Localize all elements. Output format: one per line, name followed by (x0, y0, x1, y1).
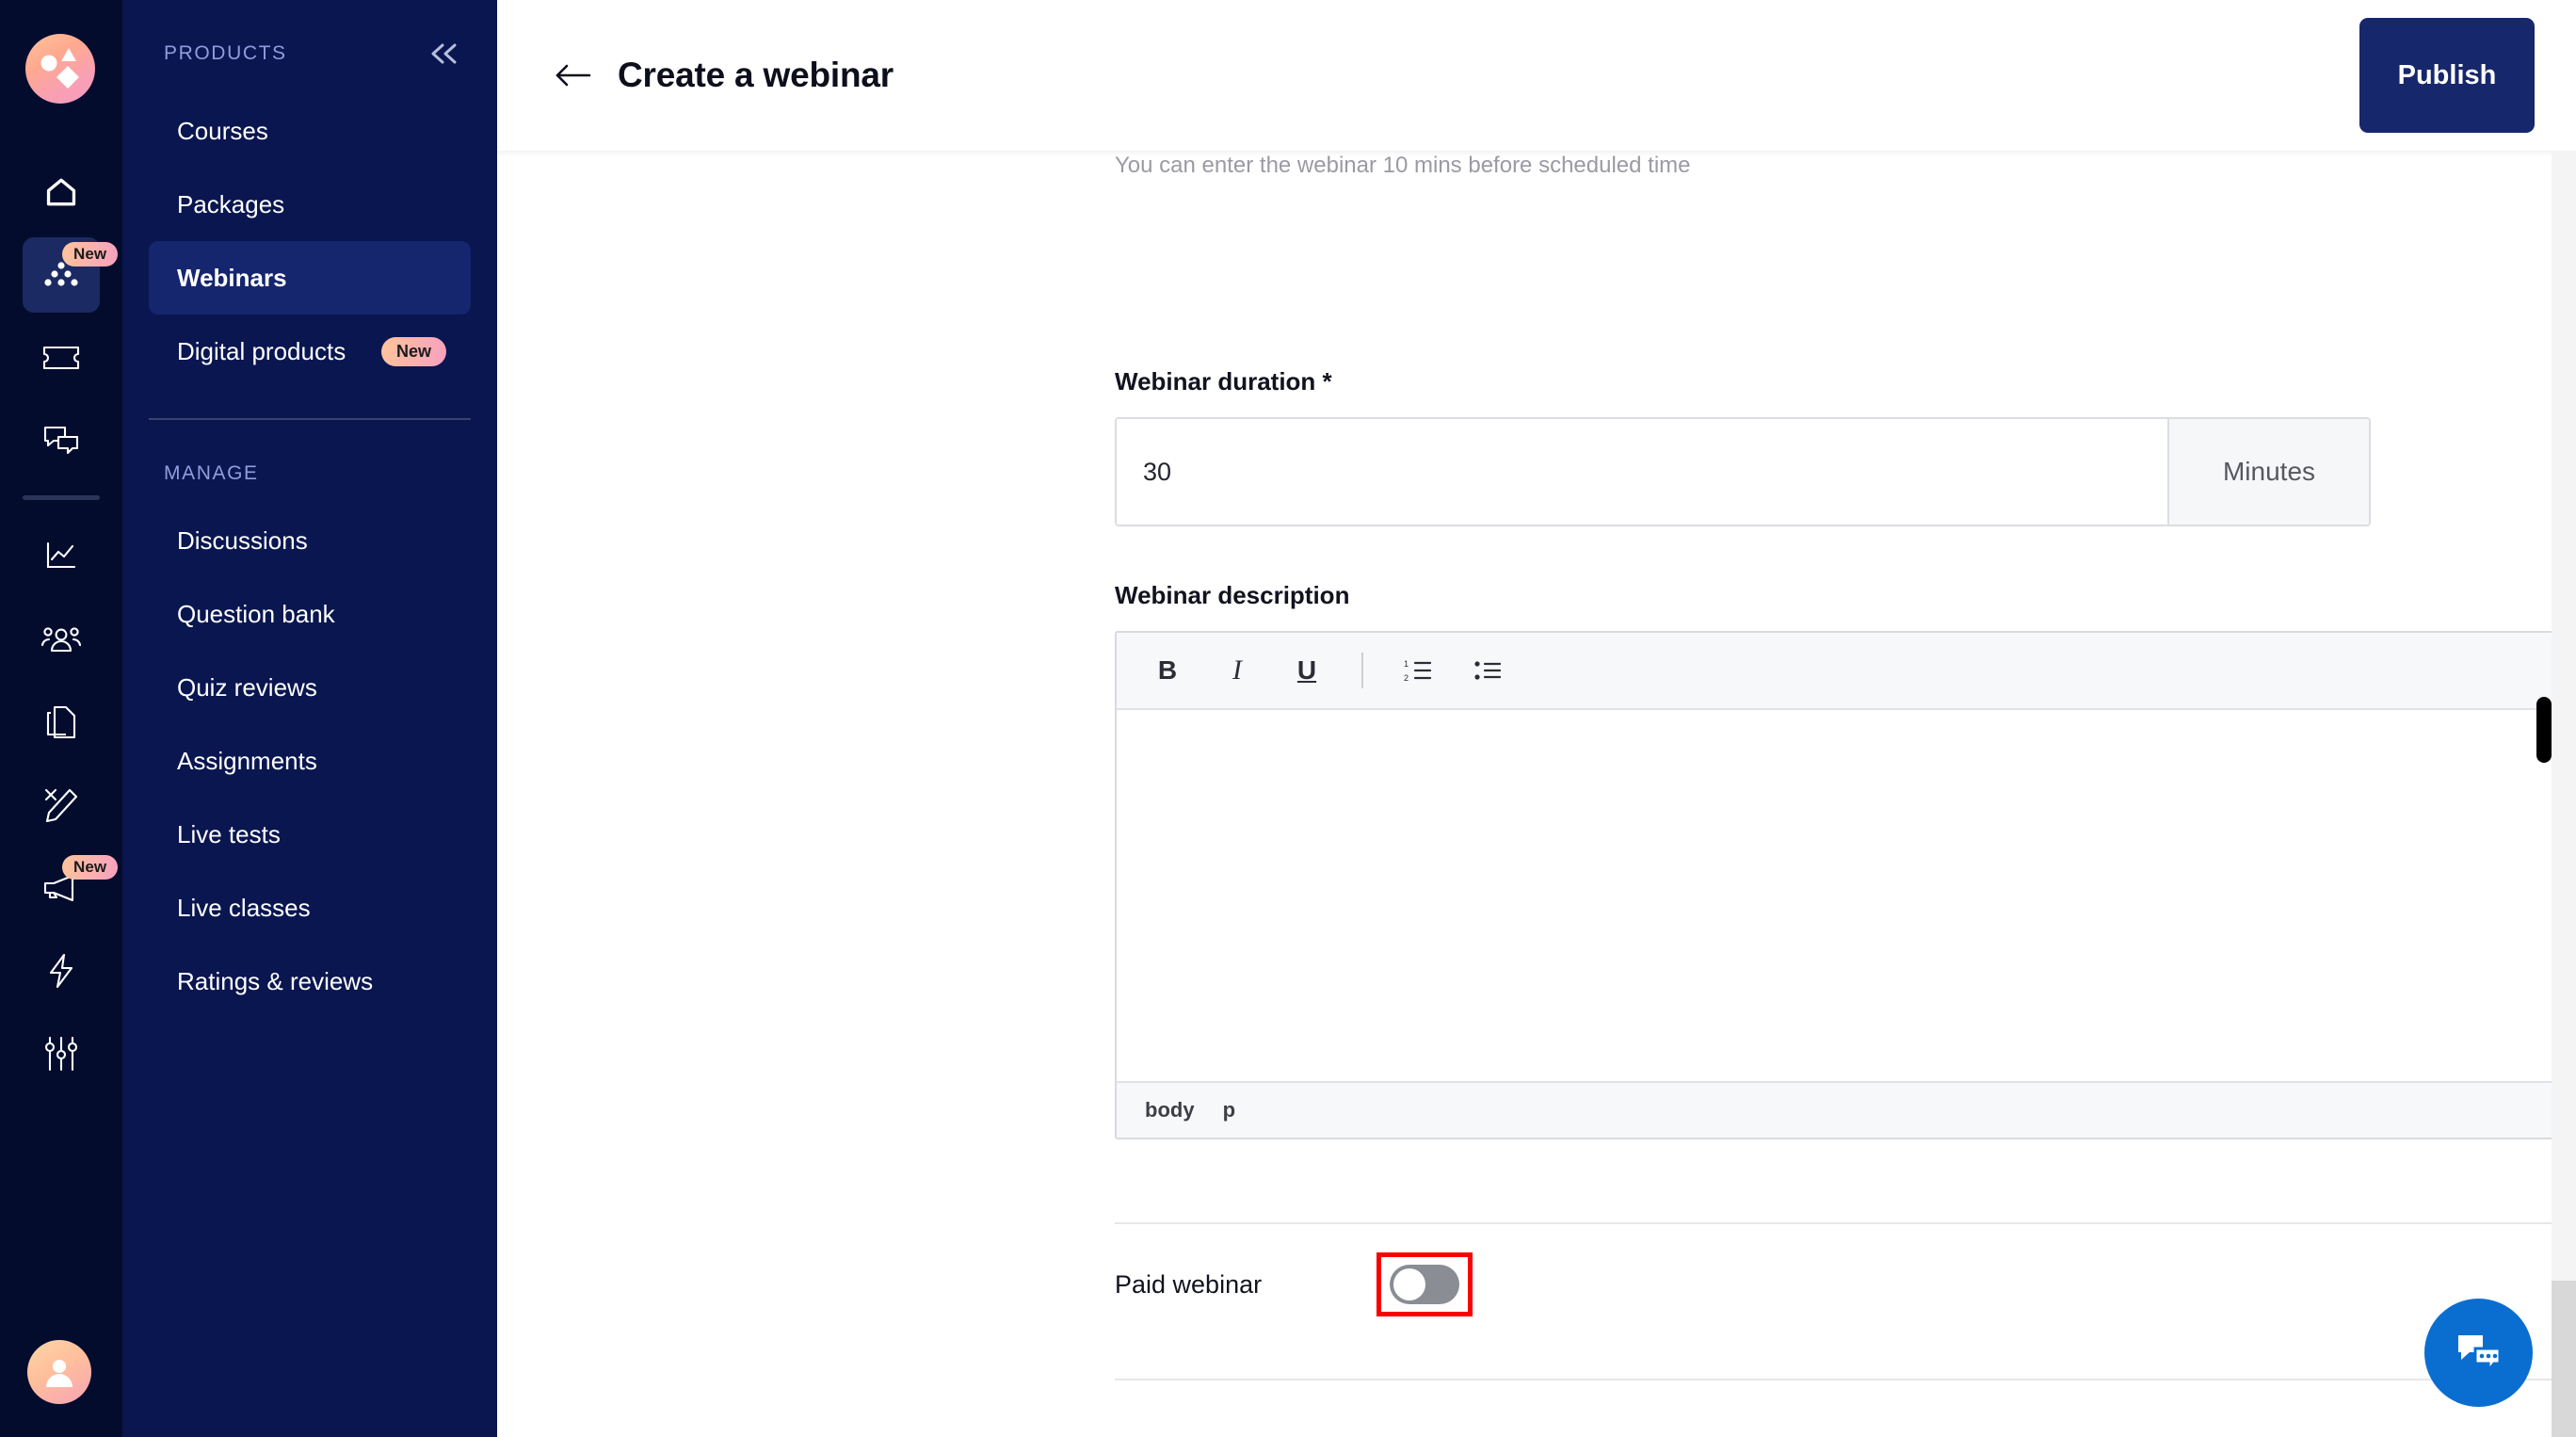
rail-item-design[interactable] (0, 764, 122, 847)
rail-badge-new-marketing: New (62, 855, 119, 880)
rail-item-coupons[interactable] (0, 316, 122, 399)
user-avatar[interactable] (27, 1340, 91, 1404)
sidebar-item-question-bank[interactable]: Question bank (149, 577, 471, 651)
duration-field-group: Webinar duration * Minutes (1115, 367, 2576, 526)
sidebar-item-label: Ratings & reviews (177, 966, 374, 995)
arrow-left-icon[interactable] (554, 61, 593, 89)
status-path-p[interactable]: p (1223, 1098, 1235, 1122)
rail-divider (23, 495, 100, 500)
sidebar-badge-new: New (380, 336, 446, 366)
sidebar-item-label: Question bank (177, 599, 335, 628)
highlight-box (1377, 1252, 1473, 1316)
description-label: Webinar description (1115, 581, 1350, 609)
sidebar-item-ratings-reviews[interactable]: Ratings & reviews (149, 945, 471, 1018)
inner-scrollbar-thumb[interactable] (2536, 697, 2552, 763)
toolbar-separator (1361, 653, 1363, 688)
sidebar-item-assignments[interactable]: Assignments (149, 724, 471, 798)
form-content: Webinar duration * Minutes Webinar descr… (1115, 151, 2576, 1437)
rich-text-editor: B I U 1 2 body p (1115, 631, 2576, 1139)
rail-item-products[interactable]: New (0, 234, 122, 316)
paid-webinar-toggle[interactable] (1390, 1265, 1459, 1304)
sidebar-section-manage: MANAGE (164, 462, 259, 484)
sidebar-item-label: Courses (177, 116, 268, 145)
svg-text:2: 2 (1404, 673, 1409, 683)
rail-item-learners[interactable] (0, 598, 122, 681)
duration-unit-label: Minutes (2167, 419, 2369, 525)
brand-shapes-logo[interactable] (25, 34, 95, 104)
rail-item-home[interactable] (0, 151, 122, 234)
section-divider-2 (1115, 1379, 2576, 1380)
rail-item-settings[interactable] (0, 1012, 122, 1095)
publish-button[interactable]: Publish (2359, 18, 2535, 133)
sidebar-item-label: Packages (177, 189, 285, 218)
duration-input-wrap: Minutes (1115, 417, 2371, 526)
status-path-body[interactable]: body (1145, 1098, 1195, 1122)
page-topbar: Create a webinar Publish (497, 0, 2576, 151)
description-field-group: Webinar description B I U 1 2 body p (1115, 581, 2576, 1139)
sidebar-item-webinars[interactable]: Webinars (149, 241, 471, 315)
paid-webinar-label: Paid webinar (1115, 1269, 1263, 1299)
sidebar-item-label: Live tests (177, 819, 281, 848)
italic-icon[interactable]: I (1215, 648, 1260, 693)
underline-icon[interactable]: U (1284, 648, 1329, 693)
sidebar-nav: PRODUCTS Courses Packages Webinars Digit… (122, 0, 497, 1437)
sidebar-item-label: Quiz reviews (177, 672, 317, 702)
page-scrollbar[interactable] (2552, 0, 2576, 1437)
topbar-shadow (497, 151, 2576, 156)
sidebar-item-label: Digital products (177, 336, 346, 365)
sidebar-item-label: Assignments (177, 746, 317, 775)
editor-status-bar: body p (1117, 1081, 2576, 1138)
sidebar-header: PRODUCTS (122, 41, 497, 66)
rail-badge-new: New (62, 242, 119, 266)
bold-icon[interactable]: B (1145, 648, 1190, 693)
chat-support-icon (2453, 1330, 2505, 1377)
chat-support-button[interactable] (2424, 1299, 2533, 1407)
sidebar-item-label: Discussions (177, 525, 308, 555)
sidebar-manage-list: Discussions Question bank Quiz reviews A… (122, 504, 497, 1018)
sidebar-item-live-classes[interactable]: Live classes (149, 871, 471, 945)
bullet-list-icon[interactable] (1465, 648, 1510, 693)
duration-input[interactable] (1117, 419, 2167, 525)
rail-item-analytics[interactable] (0, 515, 122, 598)
main-panel: Create a webinar Publish You can enter t… (497, 0, 2576, 1437)
sidebar-item-packages[interactable]: Packages (149, 168, 471, 241)
rail-icon-list: New New (0, 151, 122, 1095)
rail-item-automation[interactable] (0, 929, 122, 1012)
chevron-double-left-icon[interactable] (427, 41, 461, 66)
toggle-knob (1393, 1268, 1425, 1300)
rail-item-messages[interactable] (0, 399, 122, 482)
sidebar-item-quiz-reviews[interactable]: Quiz reviews (149, 651, 471, 724)
sidebar-item-live-tests[interactable]: Live tests (149, 798, 471, 871)
editor-toolbar: B I U 1 2 (1117, 633, 2576, 710)
app-root: New New PRODUCTS Courses Packages Webina… (0, 0, 2576, 1437)
ordered-list-icon[interactable]: 1 2 (1395, 648, 1441, 693)
sidebar-section-products: PRODUCTS (164, 42, 287, 64)
page-title: Create a webinar (618, 56, 894, 94)
sidebar-item-discussions[interactable]: Discussions (149, 504, 471, 577)
sidebar-item-courses[interactable]: Courses (149, 94, 471, 168)
svg-text:1: 1 (1404, 659, 1409, 669)
sidebar-item-label: Live classes (177, 893, 311, 922)
sidebar-item-label: Webinars (177, 263, 287, 292)
sidebar-products-list: Courses Packages Webinars Digital produc… (122, 94, 497, 388)
icon-rail: New New (0, 0, 122, 1437)
page-scrollbar-thumb[interactable] (2552, 113, 2576, 1281)
sidebar-item-digital-products[interactable]: Digital products New (149, 315, 471, 388)
duration-label: Webinar duration * (1115, 367, 1332, 396)
rail-item-marketing[interactable]: New (0, 847, 122, 929)
paid-webinar-row: Paid webinar (1115, 1224, 2576, 1345)
rail-item-pages[interactable] (0, 681, 122, 764)
editor-content-area[interactable] (1117, 710, 2576, 1081)
